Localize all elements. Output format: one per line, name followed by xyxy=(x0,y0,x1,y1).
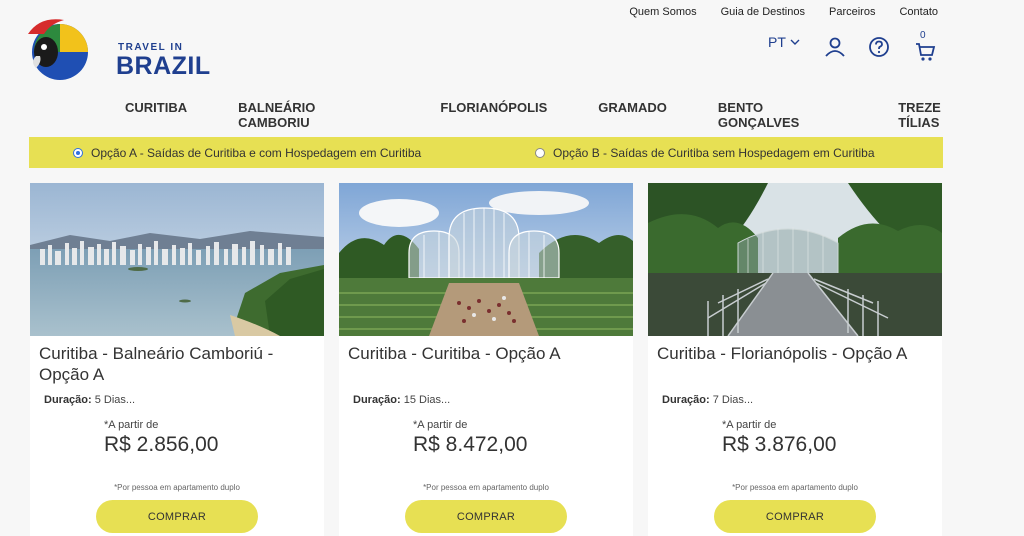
cart-button[interactable]: 0 xyxy=(914,30,936,66)
parrot-logo-icon xyxy=(28,19,88,80)
option-bar: Opção A - Saídas de Curitiba e com Hospe… xyxy=(29,137,943,168)
utility-bar: PT 0 xyxy=(768,30,936,61)
opera-wire-photo xyxy=(648,183,942,336)
price-prefix: *A partir de xyxy=(413,419,468,431)
price-note: *Por pessoa em apartamento duplo xyxy=(732,483,858,492)
buy-button[interactable]: COMPRAR xyxy=(96,500,258,533)
option-a[interactable]: Opção A - Saídas de Curitiba e com Hospe… xyxy=(73,146,421,160)
duration-value: 7 Dias... xyxy=(712,394,754,406)
package-price: R$ 8.472,00 xyxy=(413,433,528,456)
package-card: Curitiba - Florianópolis - Opção A Duraç… xyxy=(648,183,942,536)
option-a-radio[interactable] xyxy=(73,147,83,158)
duration-label: Duração: xyxy=(353,394,401,406)
package-duration: Duração: 7 Dias... xyxy=(662,394,753,406)
chevron-down-icon xyxy=(790,39,800,45)
package-card: Curitiba - Curitiba - Opção A Duração: 1… xyxy=(339,183,633,536)
user-icon xyxy=(825,37,845,57)
buy-button[interactable]: COMPRAR xyxy=(714,500,876,533)
language-selector[interactable]: PT xyxy=(768,34,800,50)
top-nav: Quem Somos Guia de Destinos Parceiros Co… xyxy=(629,6,938,18)
package-card: Curitiba - Balneário Camboriú - Opção A … xyxy=(30,183,324,536)
package-list: Curitiba - Balneário Camboriú - Opção A … xyxy=(30,183,942,536)
package-image-florianopolis[interactable] xyxy=(648,183,942,336)
price-note: *Por pessoa em apartamento duplo xyxy=(423,483,549,492)
price-prefix: *A partir de xyxy=(104,419,159,431)
topnav-contato[interactable]: Contato xyxy=(899,6,938,18)
package-title[interactable]: Curitiba - Curitiba - Opção A xyxy=(348,343,623,364)
package-image-curitiba[interactable] xyxy=(339,183,633,336)
question-icon xyxy=(869,37,889,57)
duration-label: Duração: xyxy=(44,394,92,406)
duration-label: Duração: xyxy=(662,394,710,406)
cart-icon xyxy=(916,43,936,61)
price-note: *Por pessoa em apartamento duplo xyxy=(114,483,240,492)
package-title[interactable]: Curitiba - Balneário Camboriú - Opção A xyxy=(39,343,314,385)
help-button[interactable] xyxy=(868,36,890,58)
package-image-balneario-camboriu[interactable] xyxy=(30,183,324,336)
page: TRAVEL IN BRAZIL Quem Somos Guia de Dest… xyxy=(0,0,1024,536)
language-label: PT xyxy=(768,34,786,50)
option-b[interactable]: Opção B - Saídas de Curitiba sem Hospeda… xyxy=(535,146,875,160)
option-b-radio[interactable] xyxy=(535,147,545,158)
package-title[interactable]: Curitiba - Florianópolis - Opção A xyxy=(657,343,932,364)
option-a-label: Opção A - Saídas de Curitiba e com Hospe… xyxy=(91,145,422,160)
cart-count: 0 xyxy=(920,30,926,41)
coastal-city-photo xyxy=(30,183,324,336)
topnav-guia-de-destinos[interactable]: Guia de Destinos xyxy=(721,6,805,18)
buy-button[interactable]: COMPRAR xyxy=(405,500,567,533)
package-price: R$ 3.876,00 xyxy=(722,433,837,456)
package-duration: Duração: 5 Dias... xyxy=(44,394,135,406)
topnav-quem-somos[interactable]: Quem Somos xyxy=(629,6,696,18)
topnav-parceiros[interactable]: Parceiros xyxy=(829,6,875,18)
logo-text-big: BRAZIL xyxy=(116,52,211,80)
duration-value: 5 Dias... xyxy=(94,394,136,406)
site-logo[interactable]: TRAVEL IN BRAZIL xyxy=(26,12,210,84)
package-duration: Duração: 15 Dias... xyxy=(353,394,450,406)
price-prefix: *A partir de xyxy=(722,419,777,431)
duration-value: 15 Dias... xyxy=(403,394,451,406)
user-account-button[interactable] xyxy=(824,36,846,58)
option-b-label: Opção B - Saídas de Curitiba sem Hospeda… xyxy=(553,145,875,160)
botanical-garden-photo xyxy=(339,183,633,336)
package-price: R$ 2.856,00 xyxy=(104,433,219,456)
